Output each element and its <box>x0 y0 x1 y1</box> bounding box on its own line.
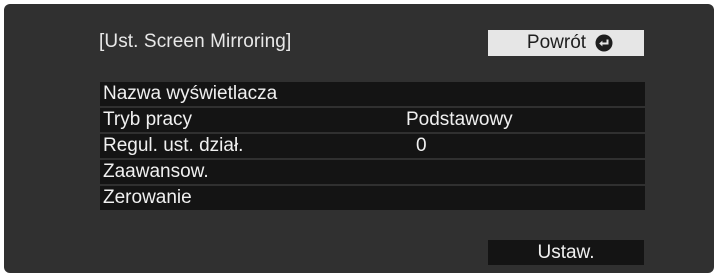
return-arrow-icon <box>595 34 613 52</box>
menu-item-advanced[interactable]: Zaawansow. <box>100 158 645 184</box>
projector-menu-panel: [Ust. Screen Mirroring] Powrót Nazwa wyś… <box>4 4 714 273</box>
menu-item-label: Tryb pracy <box>103 109 193 130</box>
menu-item-adjust-settings[interactable]: Regul. ust. dział. 0 <box>100 132 645 158</box>
settings-menu: Nazwa wyświetlacza Tryb pracy Podstawowy… <box>100 82 645 210</box>
menu-item-reset[interactable]: Zerowanie <box>100 184 645 210</box>
menu-item-label: Zerowanie <box>103 187 192 208</box>
menu-item-display-name[interactable]: Nazwa wyświetlacza <box>100 82 645 106</box>
menu-item-value: 0 <box>416 135 427 156</box>
back-button-label: Powrót <box>526 32 587 53</box>
menu-title: [Ust. Screen Mirroring] <box>99 31 292 52</box>
menu-item-operation-mode[interactable]: Tryb pracy Podstawowy <box>100 106 645 132</box>
menu-item-label: Zaawansow. <box>103 161 209 182</box>
menu-item-label: Nazwa wyświetlacza <box>103 83 278 104</box>
menu-item-label: Regul. ust. dział. <box>103 135 244 156</box>
set-button-label: Ustaw. <box>537 241 595 263</box>
set-button[interactable]: Ustaw. <box>488 240 644 265</box>
back-button[interactable]: Powrót <box>488 30 644 56</box>
menu-item-value: Podstawowy <box>406 109 513 130</box>
